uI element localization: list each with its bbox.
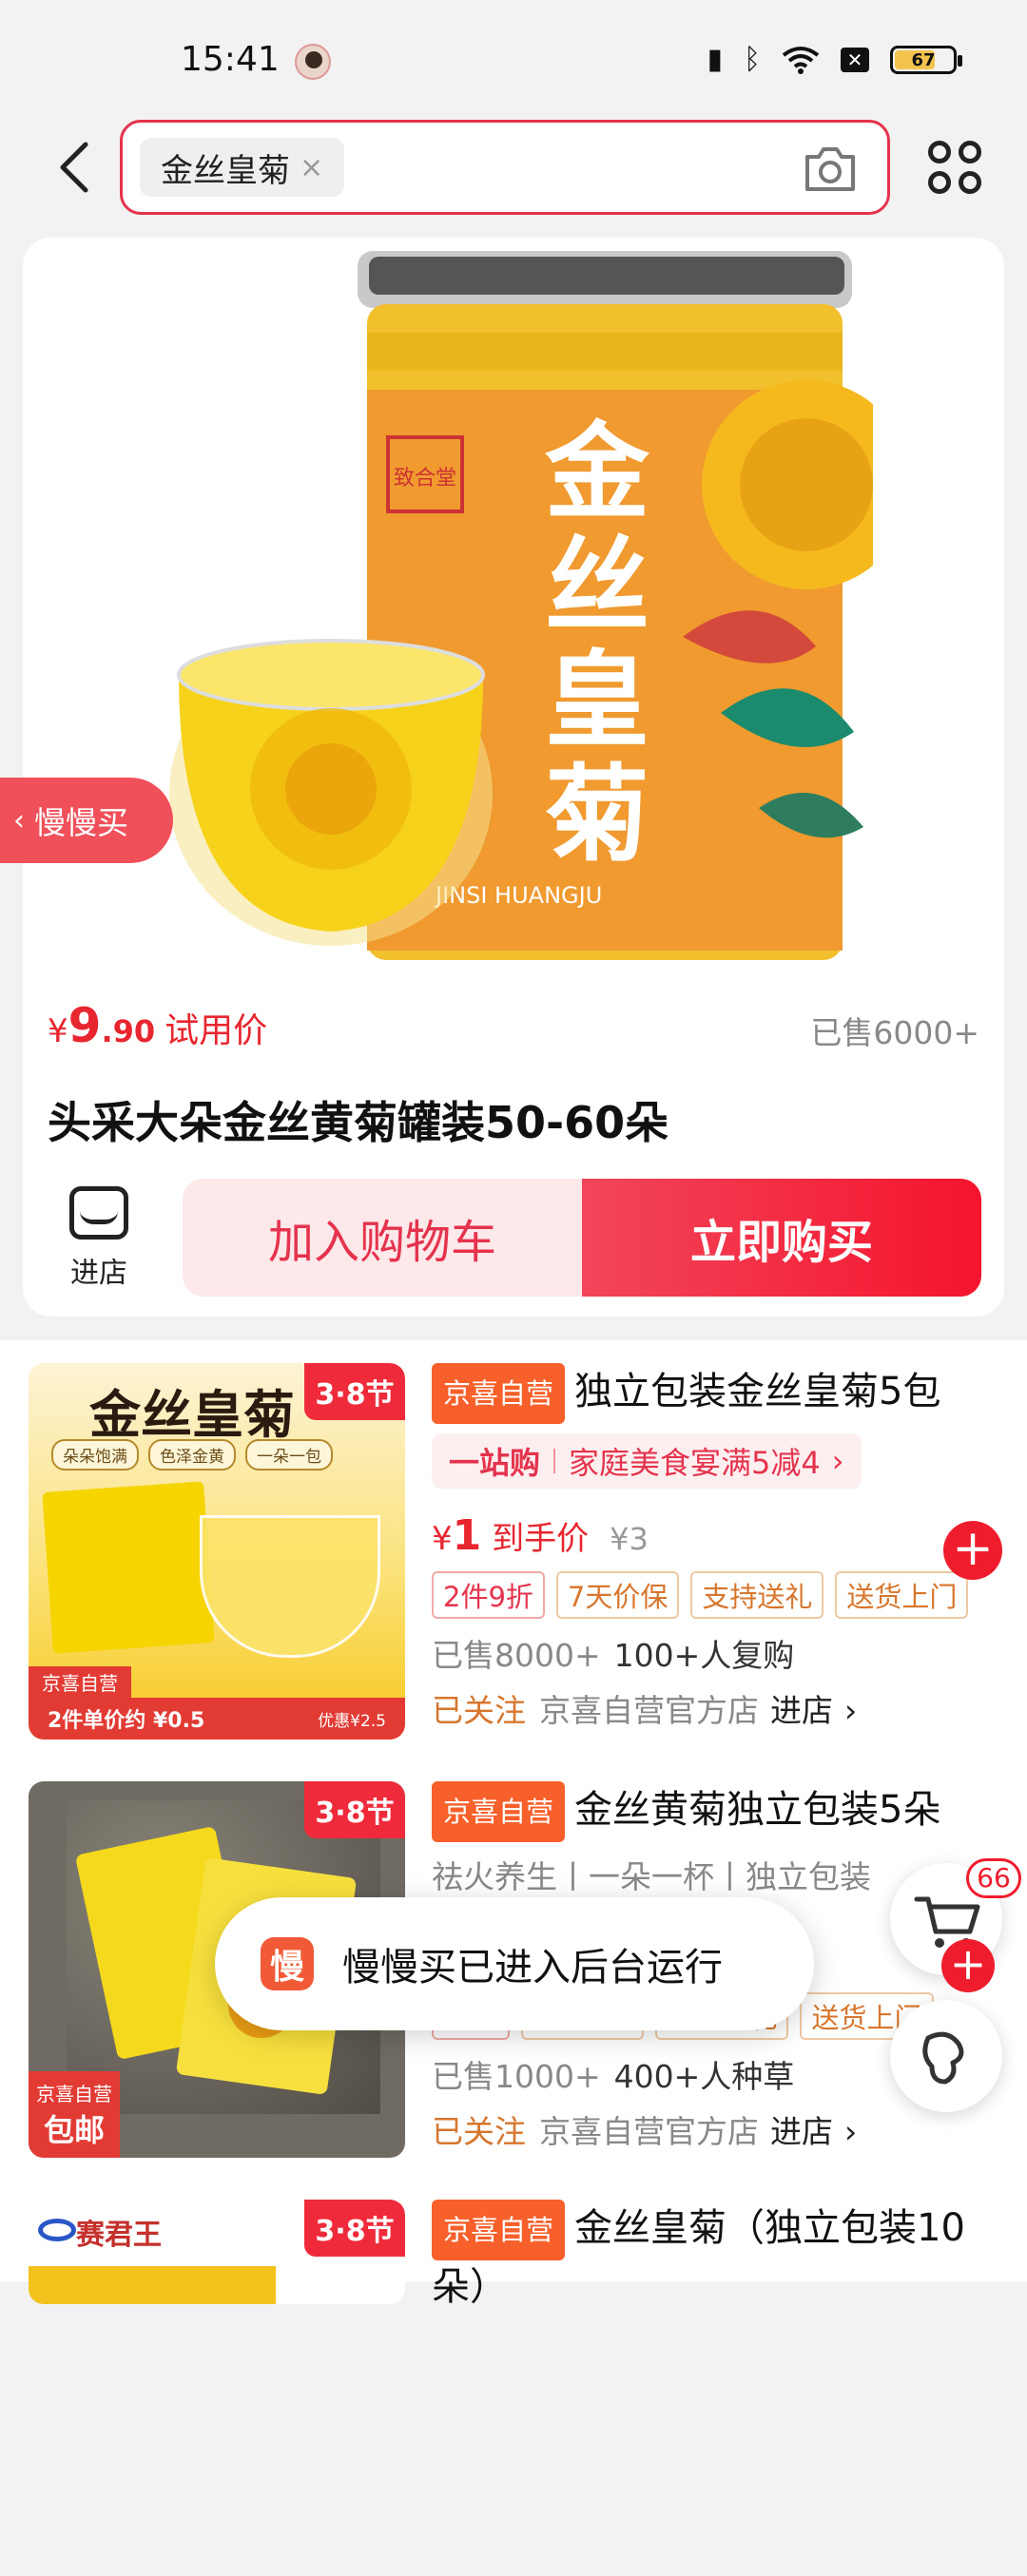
- more-menu-icon[interactable]: [928, 141, 981, 194]
- thumb-corner-label: 京喜自营: [29, 1666, 131, 1698]
- toast-text: 慢慢买已进入后台运行: [342, 1946, 723, 1990]
- svg-text:皇: 皇: [545, 640, 649, 761]
- item-shop[interactable]: 已关注 京喜自营官方店 进店 ›: [432, 2106, 1002, 2152]
- list-item[interactable]: 赛君王 3·8节 京喜自营 金丝皇菊（独立包装10朵）: [0, 2177, 1027, 2576]
- item-info: 京喜自营 金丝皇菊（独立包装10朵）: [432, 2200, 1002, 2314]
- item-title[interactable]: 京喜自营 金丝皇菊（独立包装10朵）: [432, 2200, 1002, 2314]
- back-to-app-button[interactable]: ‹ 慢慢买: [0, 778, 173, 863]
- status-icons: ▮ ᛒ ✕ 67: [707, 43, 962, 76]
- chevron-right-icon: ›: [844, 1692, 858, 1729]
- item-stats: 已售8000+ 100+人复购: [432, 1637, 795, 1674]
- festival-badge: 3·8节: [304, 2200, 405, 2257]
- chevron-right-icon: ›: [831, 1443, 844, 1479]
- tag: 7天价保: [555, 1571, 680, 1619]
- search-keyword-chip[interactable]: 金丝皇菊 ×: [140, 138, 345, 197]
- avatar: [295, 44, 331, 80]
- product-price: ¥9.90 试用价: [48, 998, 268, 1053]
- item-price: ¥1 到手价 ¥3: [432, 1511, 649, 1560]
- no-sim-icon: ✕: [841, 48, 869, 72]
- promo-tag: 一站购: [449, 1445, 541, 1481]
- floating-footprint-button[interactable]: [890, 2000, 1002, 2112]
- cart-count-badge: 66: [966, 1858, 1021, 1898]
- buy-now-button[interactable]: 立即购买: [582, 1179, 981, 1297]
- store-button[interactable]: 进店: [65, 1186, 133, 1291]
- item-info: 京喜自营 独立包装金丝皇菊5包 一站购 家庭美食宴满5减4 › ¥1 到手价 ¥3 …: [432, 1363, 1002, 1731]
- item-thumbnail[interactable]: 金丝皇菊 朵朵饱满 色泽金黄 一朵一包 京喜自营 2件单价约 ¥0.5 优惠¥2…: [29, 1363, 405, 1740]
- chevron-left-icon: ‹: [13, 803, 25, 837]
- app-logo-icon: 慢: [261, 1937, 314, 1990]
- thumb-corner-bottom: 包邮: [43, 2112, 105, 2148]
- store-label: 进店: [70, 1257, 127, 1290]
- thumb-pill: 色泽金黄: [148, 1439, 236, 1471]
- self-operated-badge: 京喜自营: [432, 1781, 566, 1842]
- status-time: 15:41: [181, 40, 280, 79]
- tag: 2件9折: [432, 1571, 545, 1619]
- thumb-unit-price: 2件单价约 ¥0.5: [48, 1709, 205, 1733]
- battery-level: 67: [911, 49, 936, 70]
- thumb-title: 金丝皇菊: [89, 1384, 295, 1445]
- product-sold-count: 已售6000+: [810, 1014, 979, 1051]
- item-tags: 2件9折 7天价保 支持送礼 送货上门: [432, 1571, 1002, 1619]
- thumb-brand: 赛君王: [76, 2219, 162, 2252]
- promo-banner[interactable]: 一站购 家庭美食宴满5减4 ›: [432, 1433, 862, 1489]
- vibrate-icon: ▮: [707, 43, 723, 76]
- festival-badge: 3·8节: [304, 1363, 405, 1420]
- item-thumbnail[interactable]: 赛君王 3·8节: [29, 2200, 405, 2304]
- svg-text:菊: 菊: [545, 754, 649, 875]
- footprint-icon: [922, 2031, 964, 2085]
- product-title: 头采大朵金丝黄菊罐装50-60朵: [48, 1097, 669, 1148]
- product-hero-image[interactable]: 致合堂 金 丝 皇 菊 JINSI HUANGJU: [150, 238, 873, 960]
- tag: 支持送礼: [690, 1571, 824, 1619]
- search-keyword: 金丝皇菊: [161, 151, 290, 190]
- festival-badge: 3·8节: [304, 1781, 405, 1838]
- thumb-pill: 朵朵饱满: [51, 1439, 139, 1471]
- background-running-toast: 慢 慢慢买已进入后台运行: [215, 1897, 814, 2030]
- thumb-discount: 优惠¥2.5: [318, 1711, 386, 1731]
- status-bar: 15:41 ▮ ᛒ ✕ 67: [0, 0, 1027, 114]
- thumb-pill: 一朵一包: [245, 1439, 333, 1471]
- chevron-right-icon: ›: [844, 2113, 858, 2150]
- add-to-cart-button[interactable]: 加入购物车: [183, 1179, 582, 1297]
- brand-seal-text: 致合堂: [394, 467, 456, 490]
- svg-text:丝: 丝: [545, 526, 649, 647]
- self-operated-badge: 京喜自营: [432, 1363, 566, 1424]
- search-box[interactable]: 金丝皇菊 ×: [120, 120, 890, 215]
- add-item-button[interactable]: +: [943, 1521, 1002, 1580]
- self-operated-badge: 京喜自营: [432, 2200, 566, 2260]
- item-orig-price: ¥3: [610, 1521, 649, 1557]
- product-list: 金丝皇菊 朵朵饱满 色泽金黄 一朵一包 京喜自营 2件单价约 ¥0.5 优惠¥2…: [0, 1340, 1027, 2309]
- clear-keyword-icon[interactable]: ×: [300, 151, 323, 184]
- product-card: 致合堂 金 丝 皇 菊 JINSI HUANGJU ¥9.90 试用价 已售600…: [23, 238, 1004, 1317]
- back-arrow-icon[interactable]: [55, 141, 93, 194]
- add-item-button[interactable]: +: [941, 1939, 995, 1992]
- item-shop[interactable]: 已关注 京喜自营官方店 进店 ›: [432, 1685, 1002, 1731]
- camera-icon[interactable]: [802, 142, 859, 195]
- bluetooth-icon: ᛒ: [744, 43, 761, 76]
- list-item[interactable]: 金丝皇菊 朵朵饱满 色泽金黄 一朵一包 京喜自营 2件单价约 ¥0.5 优惠¥2…: [0, 1340, 1027, 1740]
- back-to-app-label: 慢慢买: [34, 804, 128, 841]
- thumb-corner-top: 京喜自营: [36, 2083, 112, 2105]
- svg-text:金: 金: [544, 412, 650, 533]
- item-title[interactable]: 京喜自营 金丝黄菊独立包装5朵: [432, 1781, 1002, 1842]
- wifi-icon: [782, 47, 820, 74]
- tag: 送货上门: [835, 1571, 969, 1619]
- store-icon: [69, 1186, 128, 1240]
- price-row: ¥9.90 试用价 已售6000+: [48, 998, 979, 1055]
- battery-icon: 67: [890, 46, 962, 74]
- promo-text: 家庭美食宴满5减4: [569, 1445, 821, 1481]
- item-title[interactable]: 京喜自营 独立包装金丝皇菊5包: [432, 1363, 1002, 1424]
